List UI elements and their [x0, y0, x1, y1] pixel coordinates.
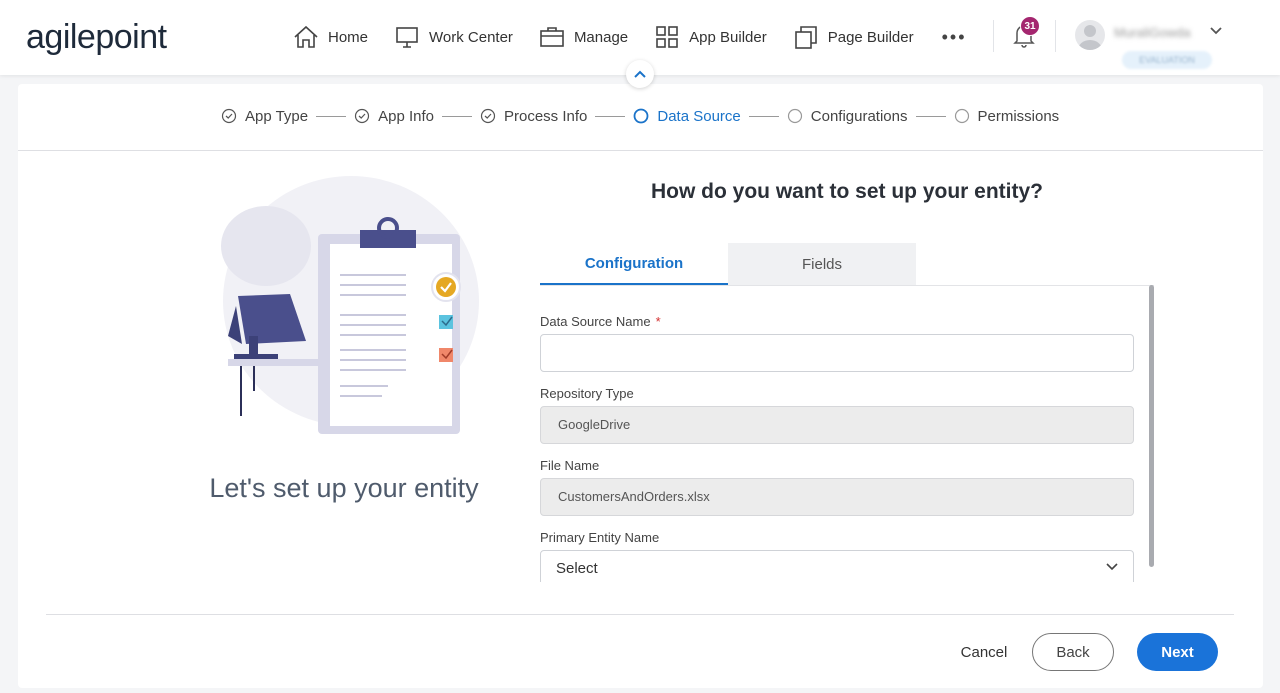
nav-item-label: App Builder — [689, 28, 767, 46]
briefcase-icon — [540, 27, 564, 47]
repository-type-field: GoogleDrive — [540, 406, 1134, 444]
check-circle-icon — [221, 108, 237, 124]
step-label: App Type — [245, 107, 309, 125]
step-connector — [595, 115, 626, 117]
primary-entity-name-label: Primary Entity Name — [540, 530, 660, 545]
avatar[interactable] — [1075, 20, 1105, 50]
nav-item-label: Home — [328, 28, 369, 46]
setup-question-heading: How do you want to set up your entity? — [651, 180, 1043, 203]
tab-bar: Configuration Fields — [540, 243, 916, 285]
user-avatar-icon — [1078, 25, 1102, 50]
step-connector — [442, 115, 472, 117]
configuration-form: Data Source Name * Repository Type Google… — [540, 285, 1154, 582]
more-menu-button[interactable]: ••• — [942, 27, 967, 48]
agilepoint-logo[interactable]: agilepoint — [26, 18, 167, 57]
main-nav: Home Work Center Manage App Builder Page… — [293, 22, 967, 52]
nav-item-manage[interactable]: Manage — [539, 25, 628, 49]
wizard-stepper: App Type App Info Process Info Data Sour… — [18, 84, 1263, 151]
step-process-info[interactable]: Process Info — [480, 108, 587, 125]
form-scrollbar[interactable] — [1148, 285, 1156, 582]
back-button[interactable]: Back — [1032, 633, 1114, 671]
empty-circle-icon — [954, 108, 969, 124]
field-label-text: Data Source Name — [540, 314, 651, 329]
chevron-up-icon — [634, 70, 646, 78]
step-data-source[interactable]: Data Source — [633, 107, 741, 125]
primary-entity-name-select[interactable]: Select — [540, 550, 1134, 582]
nav-item-home[interactable]: Home — [293, 25, 368, 49]
step-label: Permissions — [977, 107, 1060, 125]
step-label: Process Info — [504, 107, 588, 125]
required-mark: * — [655, 314, 661, 329]
step-connector — [915, 115, 946, 117]
file-name-field: CustomersAndOrders.xlsx — [540, 478, 1134, 516]
wizard-card: App Type App Info Process Info Data Sour… — [18, 84, 1263, 688]
scrollbar-thumb[interactable] — [1149, 285, 1154, 567]
step-app-info[interactable]: App Info — [354, 108, 434, 125]
nav-item-page-builder[interactable]: Page Builder — [793, 25, 914, 49]
home-icon — [294, 25, 318, 48]
empty-circle-icon — [787, 108, 802, 124]
file-name-label: File Name — [540, 458, 600, 473]
data-source-name-label: Data Source Name * — [540, 314, 661, 329]
step-connector — [316, 115, 347, 117]
nav-item-label: Page Builder — [827, 28, 914, 46]
chevron-down-icon[interactable] — [1209, 26, 1223, 36]
step-permissions[interactable]: Permissions — [954, 107, 1060, 125]
step-connector — [748, 115, 779, 117]
collapse-header-button[interactable] — [626, 60, 654, 88]
nav-item-label: Work Center — [429, 28, 513, 46]
check-circle-icon — [480, 108, 496, 124]
repository-type-label: Repository Type — [540, 386, 634, 401]
grid-icon — [656, 26, 678, 48]
nav-divider — [993, 20, 994, 52]
select-value: Select — [556, 560, 598, 577]
nav-item-work-center[interactable]: Work Center — [394, 25, 513, 49]
active-step-circle-icon — [633, 108, 649, 124]
footer-divider — [46, 614, 1234, 615]
data-source-name-input[interactable] — [558, 335, 1133, 371]
monitor-icon — [396, 27, 418, 48]
step-label: Data Source — [657, 107, 741, 125]
entity-setup-illustration — [221, 176, 479, 434]
pages-icon — [794, 26, 817, 49]
nav-divider — [1055, 20, 1056, 52]
step-configurations[interactable]: Configurations — [787, 108, 908, 125]
stepper-steps: App Type App Info Process Info Data Sour… — [221, 106, 1059, 126]
notification-badge: 31 — [1020, 16, 1040, 36]
tab-configuration[interactable]: Configuration — [540, 243, 728, 285]
left-panel-title: Let's set up your entity — [209, 473, 479, 503]
cancel-button[interactable]: Cancel — [952, 634, 1016, 670]
user-name[interactable]: MuraliGowda — [1114, 25, 1191, 40]
tab-fields[interactable]: Fields — [728, 243, 916, 285]
step-app-type[interactable]: App Type — [221, 108, 308, 125]
step-label: Configurations — [810, 107, 908, 125]
nav-item-app-builder[interactable]: App Builder — [654, 25, 767, 49]
next-button[interactable]: Next — [1137, 633, 1218, 671]
chevron-down-icon — [1106, 563, 1118, 571]
nav-item-label: Manage — [573, 28, 629, 46]
check-circle-icon — [355, 108, 370, 124]
evaluation-badge: EVALUATION — [1122, 51, 1212, 69]
data-source-name-field-box — [540, 334, 1134, 372]
step-label: App Info — [378, 107, 434, 125]
